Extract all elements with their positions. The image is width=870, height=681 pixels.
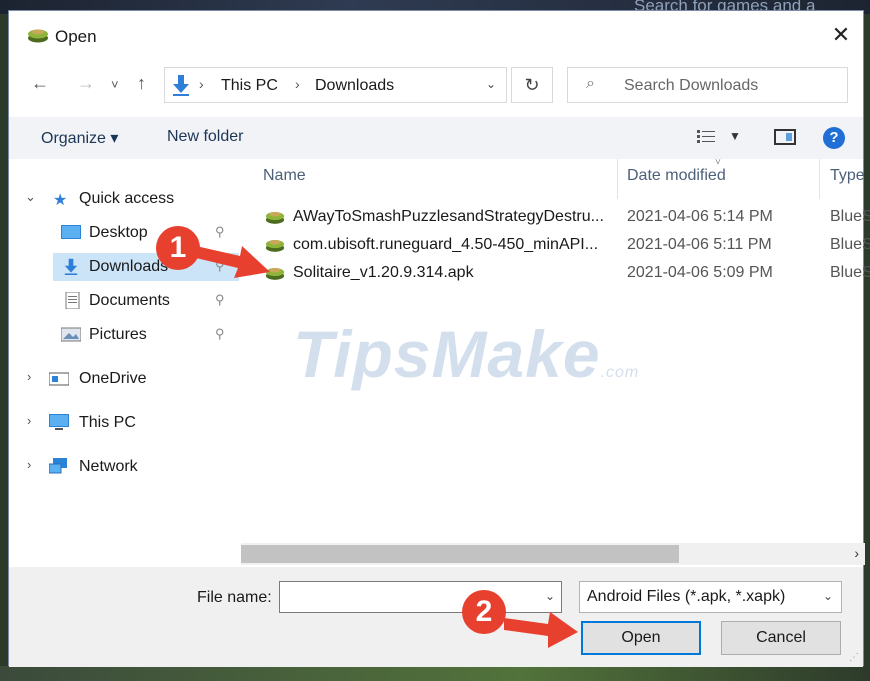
file-type: BlueS <box>830 236 870 253</box>
organize-button[interactable]: Organize ▾ <box>41 128 118 148</box>
title-bar: Open ✕ <box>9 11 863 61</box>
file-row[interactable]: Solitaire_v1.20.9.314.apk 2021-04-06 5:0… <box>241 259 870 287</box>
breadcrumb-downloads[interactable]: Downloads <box>315 77 394 95</box>
nav-network[interactable]: › Network <box>9 453 239 481</box>
open-button[interactable]: Open <box>581 621 701 655</box>
column-divider[interactable] <box>819 159 820 199</box>
step-1-arrow-icon <box>196 246 270 278</box>
view-dropdown-icon[interactable]: ▼ <box>729 129 741 143</box>
navigation-pane: ⌄ ★ Quick access Desktop ⚲ Downloads ⚲ D… <box>9 159 239 551</box>
watermark-text: TipsMake <box>293 317 601 391</box>
file-type: BlueS <box>830 264 870 281</box>
column-header-name[interactable]: Name <box>263 167 306 185</box>
file-date: 2021-04-06 5:14 PM <box>627 208 773 225</box>
pin-icon[interactable]: ⚲ <box>215 326 225 342</box>
chevron-right-icon[interactable]: › <box>27 457 31 472</box>
nav-label: OneDrive <box>79 370 147 387</box>
file-type-value: Android Files (*.apk, *.xapk) <box>587 588 786 605</box>
nav-label: Desktop <box>89 224 148 241</box>
resize-grip-icon[interactable]: ⋰ <box>849 652 859 663</box>
file-date: 2021-04-06 5:11 PM <box>627 236 772 253</box>
open-file-dialog: Open ✕ ← → ˅ ↑ › This PC › Downloads ⌄ ↻… <box>8 10 870 667</box>
file-type-select[interactable]: Android Files (*.apk, *.xapk) ⌄ <box>579 581 842 613</box>
watermark-suffix: .com <box>600 364 640 381</box>
step-1-badge: 1 <box>156 226 200 270</box>
column-divider[interactable] <box>617 159 618 199</box>
chevron-right-icon[interactable]: › <box>27 369 31 384</box>
bluestacks-app-icon <box>28 29 48 43</box>
nav-onedrive[interactable]: › OneDrive <box>9 365 239 393</box>
breadcrumb-this-pc[interactable]: This PC <box>221 77 278 95</box>
forward-button[interactable]: → <box>77 73 95 94</box>
new-folder-button[interactable]: New folder <box>167 128 243 146</box>
watermark: TipsMake.com <box>293 316 639 392</box>
chevron-down-icon[interactable]: ⌄ <box>25 189 36 205</box>
file-row[interactable]: com.ubisoft.runeguard_4.50-450_minAPI...… <box>241 231 870 259</box>
nav-label: Documents <box>89 292 170 309</box>
breadcrumb-separator: › <box>295 76 300 92</box>
back-button[interactable]: ← <box>31 73 49 94</box>
file-name-label: File name: <box>197 589 272 606</box>
scroll-right-icon[interactable]: › <box>854 545 859 561</box>
search-placeholder: Search Downloads <box>624 77 759 94</box>
network-icon <box>49 458 67 474</box>
star-icon: ★ <box>53 192 68 209</box>
pin-icon[interactable]: ⚲ <box>215 292 225 308</box>
up-button[interactable]: ↑ <box>137 73 146 94</box>
downloads-icon <box>173 75 189 96</box>
file-row[interactable]: AWayToSmashPuzzlesandStrategyDestru... 2… <box>241 203 870 231</box>
file-type: BlueS <box>830 208 870 225</box>
preview-pane-icon[interactable] <box>774 129 796 145</box>
chevron-down-icon[interactable]: ⌄ <box>823 589 833 603</box>
file-name: com.ubisoft.runeguard_4.50-450_minAPI... <box>293 236 599 253</box>
search-icon: ⌕ <box>586 75 595 92</box>
command-bar: Organize ▾ New folder ▼ ? <box>9 117 863 159</box>
cancel-button[interactable]: Cancel <box>721 621 841 655</box>
pictures-icon <box>61 327 81 342</box>
file-name: AWayToSmashPuzzlesandStrategyDestru... <box>293 208 604 225</box>
column-header-date-modified[interactable]: Date modified <box>627 167 726 185</box>
nav-item-pictures[interactable]: Pictures ⚲ <box>9 321 239 349</box>
breadcrumb-separator: › <box>199 76 204 92</box>
nav-label: Network <box>79 458 138 475</box>
nav-label: Quick access <box>79 190 175 207</box>
onedrive-icon <box>49 372 69 386</box>
file-name: Solitaire_v1.20.9.314.apk <box>293 264 474 281</box>
documents-icon <box>65 292 80 309</box>
scrollbar-thumb[interactable] <box>241 545 679 563</box>
view-options-icon[interactable] <box>697 129 715 145</box>
nav-quick-access[interactable]: ⌄ ★ Quick access <box>9 185 239 213</box>
nav-label: Downloads <box>89 258 169 275</box>
nav-this-pc[interactable]: › This PC <box>9 409 239 437</box>
help-icon[interactable]: ? <box>823 127 845 149</box>
step-2-badge: 2 <box>462 590 506 634</box>
recent-locations-button[interactable]: ˅ <box>111 77 119 92</box>
file-date: 2021-04-06 5:09 PM <box>627 264 773 281</box>
nav-label: Pictures <box>89 326 147 343</box>
search-box[interactable]: ⌕ Search Downloads <box>567 67 848 103</box>
column-header-type[interactable]: Type <box>830 167 865 185</box>
downloads-icon <box>64 258 78 275</box>
chevron-down-icon[interactable]: ⌄ <box>545 589 555 603</box>
nav-item-documents[interactable]: Documents ⚲ <box>9 287 239 315</box>
horizontal-scrollbar[interactable]: › <box>241 543 865 565</box>
dialog-title: Open <box>55 27 97 46</box>
address-bar[interactable]: › This PC › Downloads ⌄ <box>164 67 507 103</box>
computer-icon <box>49 414 69 430</box>
refresh-button[interactable]: ↻ <box>511 67 553 103</box>
nav-label: This PC <box>79 414 136 431</box>
chevron-right-icon[interactable]: › <box>27 413 31 428</box>
close-button[interactable]: ✕ <box>827 21 855 49</box>
background-desktop-strip <box>0 666 870 681</box>
apk-file-icon <box>265 212 285 224</box>
step-2-arrow-icon <box>504 612 578 648</box>
desktop-icon <box>61 225 81 239</box>
chevron-down-icon[interactable]: ⌄ <box>486 77 496 91</box>
